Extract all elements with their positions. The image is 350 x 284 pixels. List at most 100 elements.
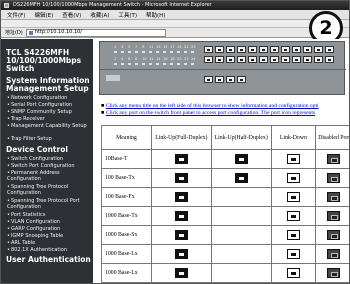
sidebar: TCL S4226MFH 10/100/1000Mbps Switch Syst… — [1, 39, 93, 283]
ethernet-port[interactable] — [281, 56, 290, 63]
nav-vlan-configuration[interactable]: VLAN Configuration — [7, 219, 91, 226]
uplink-port[interactable] — [204, 76, 213, 83]
menu-file[interactable]: 文件(F) — [7, 11, 25, 19]
nav-stp-port-configuration[interactable]: Spanning Tree Protocol Port Configuratio… — [7, 198, 91, 210]
nav-trap-receiver[interactable]: Trap Receiver — [7, 116, 91, 123]
nav-garp-configuration[interactable]: GARP Configuration — [7, 226, 91, 233]
table-row: 1000 Base-Sx — [101, 225, 349, 245]
menu-view[interactable]: 查看(V) — [62, 11, 81, 19]
uplink-port[interactable] — [237, 76, 246, 83]
ethernet-port[interactable] — [248, 46, 257, 53]
ethernet-port[interactable] — [303, 56, 312, 63]
ie-icon — [4, 3, 9, 8]
nav-igmp-snooping-table[interactable]: IGMP Snooping Table — [7, 233, 91, 240]
nav-stp-configuration[interactable]: Spanning Tree Protocol Configuration — [7, 184, 91, 196]
port-number-label: 19 — [177, 45, 182, 49]
section-management-setup[interactable]: Management Setup — [6, 85, 89, 93]
port-number-label: 17 — [170, 45, 175, 49]
ethernet-port[interactable] — [215, 56, 224, 63]
port-linkup-icon — [174, 268, 188, 278]
status-cell — [315, 244, 349, 264]
nav-switch-port-configuration[interactable]: Switch Port Configuration — [7, 163, 91, 170]
switch-front-panel[interactable]: 1 3 5 7 9 11 13 15 17 19 21 23 2 4 6 8 10 12 14 16 18 20 22 24 — [99, 41, 346, 95]
port-type-cell: 1000 Base-Tx — [101, 206, 152, 226]
ethernet-port[interactable] — [303, 46, 312, 53]
port-type-cell: 100 Base-Fx — [101, 187, 152, 207]
ethernet-port[interactable] — [259, 56, 268, 63]
port-type-cell: 1000 Base-Lx — [101, 244, 152, 264]
column-header: Link-Up(Full-Duplex) — [150, 125, 212, 150]
status-cell — [315, 187, 349, 207]
ethernet-port[interactable] — [292, 56, 301, 63]
ethernet-port[interactable] — [270, 56, 279, 63]
nav-management-capability-setup[interactable]: Management Capability Setup — [7, 123, 91, 130]
menu-bar: 文件(F) 编辑(E) 查看(V) 收藏(A) 工具(T) 帮助(H) — [1, 10, 349, 20]
port-number-label: 5 — [128, 45, 131, 49]
address-input[interactable]: http://10.10.10.10/ — [25, 28, 166, 37]
uplink-port[interactable] — [226, 76, 235, 83]
port-disabled-icon — [326, 154, 340, 164]
ethernet-port[interactable] — [314, 46, 323, 53]
port-number-label: 8 — [135, 57, 138, 61]
ethernet-port[interactable] — [226, 46, 235, 53]
status-cell — [315, 225, 349, 245]
page-icon — [28, 30, 33, 35]
ethernet-port[interactable] — [281, 46, 290, 53]
ethernet-port[interactable] — [204, 46, 213, 53]
column-header: Disabled Port — [315, 125, 349, 150]
status-cell — [210, 187, 272, 207]
uplink-port[interactable] — [215, 76, 224, 83]
menu-edit[interactable]: 编辑(E) — [34, 11, 53, 19]
status-cell — [270, 244, 317, 264]
ethernet-port[interactable] — [270, 46, 279, 53]
ethernet-port[interactable] — [204, 56, 213, 63]
port-number-label: 23 — [191, 45, 196, 49]
port-number-label: 16 — [163, 57, 168, 61]
table-row: 1000 Base-Tx — [101, 206, 349, 226]
port-led — [128, 63, 131, 65]
port-linkup-icon — [234, 173, 248, 183]
nav-port-statistics[interactable]: Port Statistics — [7, 212, 91, 219]
menu-favorites[interactable]: 收藏(A) — [90, 11, 109, 19]
nav-permanent-address-configuration[interactable]: Permanent Address Configuration — [7, 170, 91, 182]
port-led — [156, 51, 159, 53]
port-led — [156, 63, 159, 65]
ethernet-port[interactable] — [226, 56, 235, 63]
instruction-link[interactable]: Click any menu title on the left side of… — [106, 103, 319, 109]
instruction-link[interactable]: Click any port on the switch front panel… — [106, 110, 315, 116]
menu-help[interactable]: 帮助(H) — [146, 11, 165, 19]
nav-switch-configuration[interactable]: Switch Configuration — [7, 156, 91, 163]
status-cell — [150, 187, 212, 207]
section-device-control[interactable]: Device Control — [6, 146, 68, 154]
port-number-label: 4 — [121, 57, 124, 61]
status-cell — [270, 225, 317, 245]
ethernet-port[interactable] — [237, 56, 246, 63]
port-status-legend-table: Meaning Link-Up(Full-Duplex) Link-Up(Hal… — [101, 125, 349, 283]
port-led — [191, 63, 194, 65]
ethernet-port[interactable] — [248, 56, 257, 63]
port-number-label: 21 — [184, 45, 189, 49]
ethernet-port[interactable] — [325, 56, 334, 63]
port-number-label: 18 — [170, 57, 175, 61]
port-number-label: 10 — [142, 57, 147, 61]
menu-tools[interactable]: 工具(T) — [118, 11, 137, 19]
ethernet-port[interactable] — [215, 46, 224, 53]
nav-trap-filter-setup[interactable]: Trap Filter Setup — [7, 136, 91, 143]
section-user-authentication[interactable]: User Authentication — [6, 256, 91, 264]
ethernet-port[interactable] — [237, 46, 246, 53]
port-type-cell: 1000 Base-Sx — [101, 225, 152, 245]
nav-arl-table[interactable]: ARL Table — [7, 240, 91, 247]
nav-snmp-community-setup[interactable]: SNMP Community Setup — [7, 109, 91, 116]
port-led — [177, 51, 180, 53]
ethernet-port[interactable] — [259, 46, 268, 53]
nav-serial-port-configuration[interactable]: Serial Port Configuration — [7, 102, 91, 109]
ethernet-port[interactable] — [314, 56, 323, 63]
nav-8021x-authentication[interactable]: 802.1X Authentication — [7, 247, 91, 254]
nav-network-configuration[interactable]: Network Configuration — [7, 95, 91, 102]
status-cell — [210, 244, 272, 264]
ethernet-port[interactable] — [325, 46, 334, 53]
status-cell — [270, 168, 317, 188]
port-led — [184, 63, 187, 65]
status-cell — [150, 225, 212, 245]
ethernet-port[interactable] — [292, 46, 301, 53]
